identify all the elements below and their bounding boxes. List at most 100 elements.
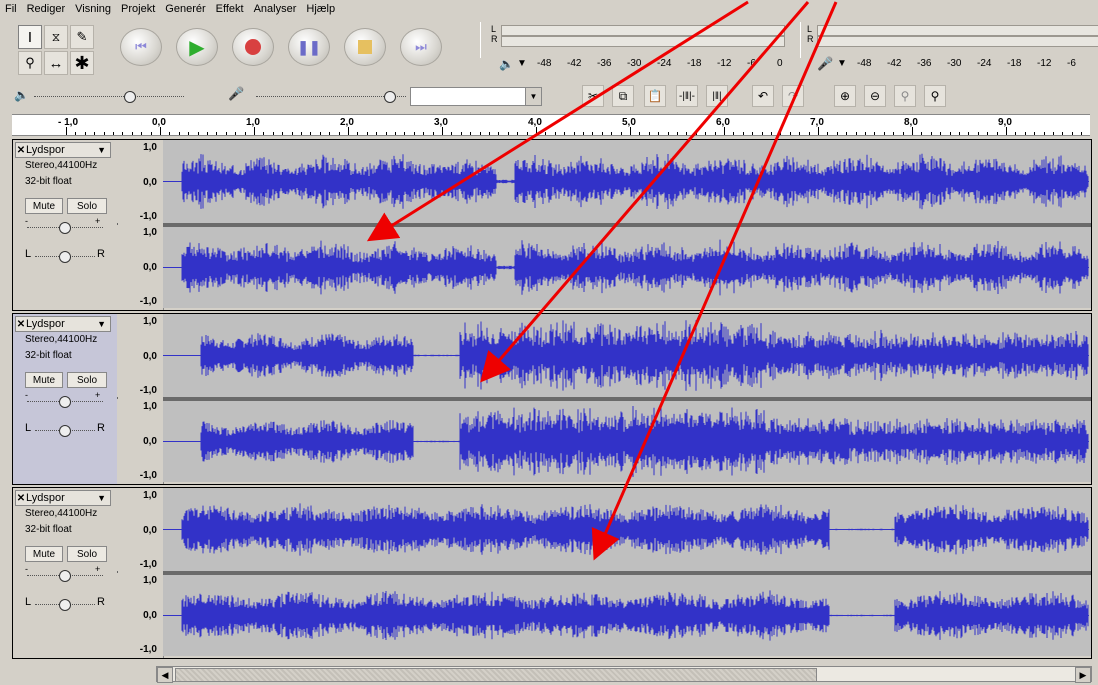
gain-slider-thumb[interactable]	[59, 570, 71, 582]
solo-button[interactable]: Solo	[67, 546, 107, 562]
zoom-selection-icon: ⚲	[900, 89, 910, 103]
ruler-tick	[357, 132, 358, 135]
pause-button[interactable]: ❚❚	[288, 28, 330, 66]
skip-end-icon: ⏭	[415, 39, 427, 54]
waveform-svg	[163, 503, 1089, 556]
ruler-tick	[188, 132, 189, 135]
track-name-menu[interactable]: ✕ Lydspor ▼	[15, 490, 111, 506]
ruler-tick	[780, 132, 781, 135]
redo-button[interactable]: ↷	[782, 85, 804, 107]
waveform-channel[interactable]	[163, 140, 1091, 223]
record-meter-dropdown-arrow-icon[interactable]: ▼	[837, 58, 847, 69]
mute-button[interactable]: Mute	[25, 372, 63, 388]
fit-selection-button[interactable]: ⚲	[894, 85, 916, 107]
menu-2[interactable]: Visning	[70, 0, 116, 15]
scroll-left-button[interactable]: ◀	[157, 667, 173, 683]
dropdown-arrow-icon[interactable]: ▼	[97, 319, 106, 329]
track-control-panel[interactable]: ✕ Lydspor ▼ Stereo,44100Hz 32-bit float …	[13, 314, 118, 484]
menu-0[interactable]: Fil	[0, 0, 22, 15]
zoom-out-button[interactable]: ⊖	[864, 85, 886, 107]
audio-track[interactable]: ✕ Lydspor ▼ Stereo,44100Hz 32-bit float …	[12, 139, 1092, 311]
pan-slider-thumb[interactable]	[59, 599, 71, 611]
waveform-channel[interactable]	[163, 314, 1091, 397]
play-button[interactable]: ▶	[176, 28, 218, 66]
trim-button[interactable]: -|‖|-	[676, 85, 698, 107]
close-icon[interactable]: ✕	[16, 493, 26, 504]
scroll-right-button[interactable]: ▶	[1075, 667, 1091, 683]
audio-track[interactable]: ✕ Lydspor ▼ Stereo,44100Hz 32-bit float …	[12, 487, 1092, 659]
menu-4[interactable]: Generér	[160, 0, 210, 15]
copy-button[interactable]: ⧉	[612, 85, 634, 107]
envelope-tool-button[interactable]: ⧖	[44, 25, 68, 49]
zoom-in-button[interactable]: ⊕	[834, 85, 856, 107]
undo-button[interactable]: ↶	[752, 85, 774, 107]
waveform-channel[interactable]	[163, 227, 1091, 308]
mute-button[interactable]: Mute	[25, 546, 63, 562]
scale-label: 1,0	[143, 316, 157, 327]
solo-button[interactable]: Solo	[67, 372, 107, 388]
close-icon[interactable]: ✕	[16, 319, 26, 330]
play-meter-dropdown-arrow-icon[interactable]: ▼	[517, 58, 527, 69]
ruler-tick	[1081, 132, 1082, 135]
meter-tick-label: -48	[857, 58, 872, 69]
horizontal-scrollbar[interactable]: ◀ ▶	[156, 666, 1092, 683]
menu-3[interactable]: Projekt	[116, 0, 160, 15]
scrollbar-thumb[interactable]	[175, 668, 817, 682]
ruler-label: 6,0	[716, 117, 730, 128]
waveform-channel[interactable]	[163, 575, 1091, 656]
ruler-tick	[329, 132, 330, 135]
gain-slider-thumb[interactable]	[59, 396, 71, 408]
silence-button[interactable]: |‖|	[706, 85, 728, 107]
output-volume-slider[interactable]	[34, 96, 184, 98]
skip-start-button[interactable]: ⏮	[120, 28, 162, 66]
ruler-tick	[226, 132, 227, 135]
waveform-channel[interactable]	[163, 488, 1091, 571]
selection-tool-button[interactable]: I	[18, 25, 42, 49]
gain-slider-thumb[interactable]	[59, 222, 71, 234]
track-rate: Stereo,44100Hz	[25, 334, 98, 345]
audio-track[interactable]: ✕ Lydspor ▼ Stereo,44100Hz 32-bit float …	[12, 313, 1092, 485]
cut-button[interactable]: ✂	[582, 85, 604, 107]
dropdown-arrow-icon[interactable]: ▼	[97, 145, 106, 155]
track-name-menu[interactable]: ✕ Lydspor ▼	[15, 142, 111, 158]
record-meter[interactable]: L R 🎤 ▼ -48 -42 -36 -30 -24 -18 -12 -6	[800, 22, 1098, 71]
paste-button[interactable]: 📋	[644, 85, 666, 107]
play-meter[interactable]: L R 🔈 ▼ -48 -42 -36 -30 -24 -18 -12 -6 0	[480, 22, 793, 71]
stop-button[interactable]	[344, 28, 386, 66]
close-icon[interactable]: ✕	[16, 145, 26, 156]
timeline-ruler[interactable]: - 1,0 0,0 1,0 2,0 3,0 4,0 5,0 6,0 7,0 8,0 9,0	[12, 114, 1090, 136]
ruler-label: 3,0	[434, 117, 448, 128]
menu-7[interactable]: Hjælp	[301, 0, 340, 15]
input-volume-thumb[interactable]	[384, 91, 396, 103]
menu-5[interactable]: Effekt	[211, 0, 249, 15]
dropdown-arrow-icon[interactable]: ▼	[97, 493, 106, 503]
track-control-panel[interactable]: ✕ Lydspor ▼ Stereo,44100Hz 32-bit float …	[13, 488, 118, 658]
skip-end-button[interactable]: ⏭	[400, 28, 442, 66]
ruler-tick	[846, 132, 847, 135]
track-control-panel[interactable]: ✕ Lydspor ▼ Stereo,44100Hz 32-bit float …	[13, 140, 118, 310]
pan-slider-thumb[interactable]	[59, 425, 71, 437]
output-volume-thumb[interactable]	[124, 91, 136, 103]
record-button[interactable]	[232, 28, 274, 66]
menu-1[interactable]: Rediger	[22, 0, 71, 15]
dropdown-arrow-icon[interactable]: ▼	[525, 88, 541, 105]
mute-button[interactable]: Mute	[25, 198, 63, 214]
pan-slider-thumb[interactable]	[59, 251, 71, 263]
multi-tool-button[interactable]: ✱	[70, 51, 94, 75]
ruler-tick	[978, 132, 979, 135]
record-meter-left-bar	[817, 25, 1098, 36]
record-meter-right-label: R	[807, 34, 814, 44]
waveform-channel[interactable]	[163, 401, 1091, 482]
ruler-tick	[592, 132, 593, 135]
zoom-tool-button[interactable]: ⚲	[18, 51, 42, 75]
input-source-select[interactable]: ▼	[410, 87, 542, 106]
input-mic-icon: 🎤	[228, 86, 245, 101]
record-meter-left-label: L	[807, 24, 813, 34]
track-name-menu[interactable]: ✕ Lydspor ▼	[15, 316, 111, 332]
fit-project-button[interactable]: ⚲	[924, 85, 946, 107]
ruler-tick	[498, 132, 499, 135]
draw-tool-button[interactable]: ✎	[70, 25, 94, 49]
timeshift-tool-button[interactable]: ↔	[44, 51, 68, 75]
solo-button[interactable]: Solo	[67, 198, 107, 214]
menu-6[interactable]: Analyser	[249, 0, 302, 15]
